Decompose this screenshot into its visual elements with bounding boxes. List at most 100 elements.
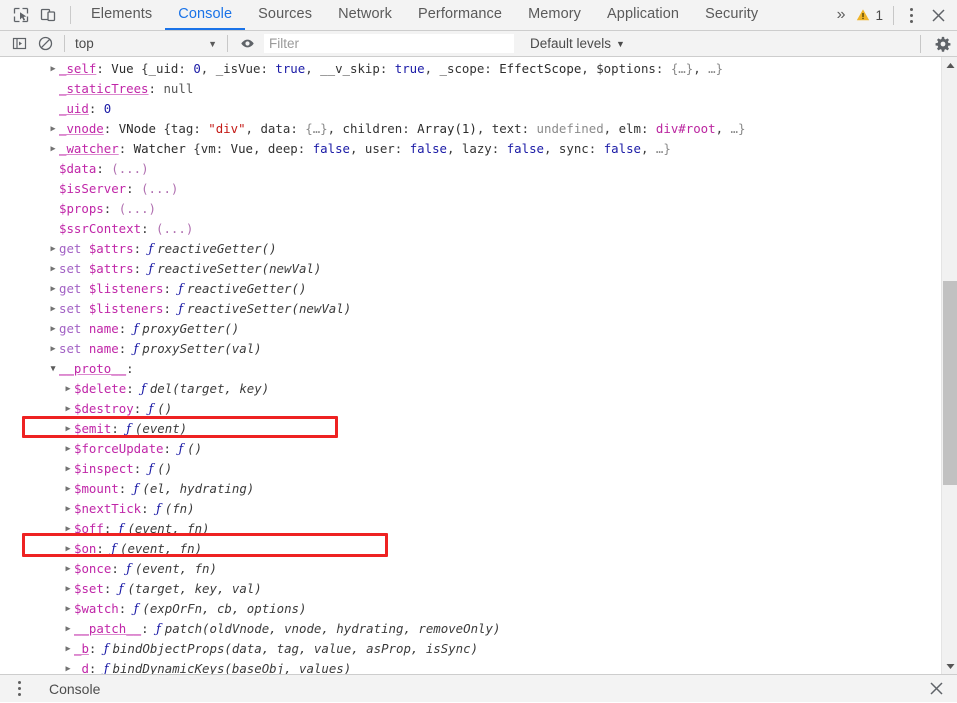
property-row[interactable]: _staticTrees: null: [0, 79, 930, 99]
property-row[interactable]: ▶ set name: ƒ proxySetter(val): [0, 339, 930, 359]
property-row[interactable]: ▼ __proto__:: [0, 359, 930, 379]
property-row[interactable]: $props: (...): [0, 199, 930, 219]
property-row[interactable]: ▶ get name: ƒ proxyGetter(): [0, 319, 930, 339]
property-row[interactable]: ▶ $off: ƒ (event, fn): [0, 519, 930, 539]
tab-elements[interactable]: Elements: [78, 0, 165, 30]
disclosure-triangle-closed-icon[interactable]: ▶: [62, 639, 74, 659]
property-row[interactable]: ▶ $forceUpdate: ƒ (): [0, 439, 930, 459]
tab-performance[interactable]: Performance: [405, 0, 515, 30]
disclosure-triangle-closed-icon[interactable]: ▶: [47, 339, 59, 359]
disclosure-triangle-closed-icon[interactable]: ▶: [47, 319, 59, 339]
property-row[interactable]: $isServer: (...): [0, 179, 930, 199]
token: $forceUpdate: [74, 441, 164, 456]
disclosure-triangle-closed-icon[interactable]: ▶: [62, 539, 74, 559]
property-row[interactable]: ▶ $once: ƒ (event, fn): [0, 559, 930, 579]
property-row[interactable]: $data: (...): [0, 159, 930, 179]
property-row[interactable]: ▶ $on: ƒ (event, fn): [0, 539, 930, 559]
devtools-drawer: Console: [0, 674, 957, 702]
disclosure-triangle-closed-icon[interactable]: ▶: [62, 379, 74, 399]
console-sidebar-toggle-icon[interactable]: [6, 31, 32, 57]
tab-security[interactable]: Security: [692, 0, 771, 30]
token: ƒ: [156, 501, 165, 516]
disclosure-triangle-closed-icon[interactable]: ▶: [62, 439, 74, 459]
tab-network[interactable]: Network: [325, 0, 405, 30]
disclosure-triangle-closed-icon[interactable]: ▶: [62, 619, 74, 639]
disclosure-triangle-closed-icon[interactable]: ▶: [47, 239, 59, 259]
token: $destroy: [74, 401, 134, 416]
property-row[interactable]: ▶ $mount: ƒ (el, hydrating): [0, 479, 930, 499]
property-row[interactable]: ▶ $delete: ƒ del(target, key): [0, 379, 930, 399]
disclosure-triangle-closed-icon[interactable]: ▶: [47, 299, 59, 319]
warning-badge[interactable]: 1: [854, 8, 889, 23]
disclosure-triangle-closed-icon[interactable]: ▶: [62, 599, 74, 619]
disclosure-triangle-closed-icon[interactable]: ▶: [62, 419, 74, 439]
close-icon[interactable]: [923, 8, 953, 23]
disclosure-triangle-closed-icon[interactable]: ▶: [62, 579, 74, 599]
more-options-icon[interactable]: [899, 7, 923, 23]
inspect-element-icon[interactable]: [7, 0, 34, 30]
drawer-more-options-icon[interactable]: [7, 681, 31, 696]
token: (target, key, val): [127, 581, 262, 596]
property-row[interactable]: ▶ $emit: ƒ (event): [0, 419, 930, 439]
property-row[interactable]: _uid: 0: [0, 99, 930, 119]
disclosure-triangle-closed-icon[interactable]: ▶: [62, 479, 74, 499]
property-row[interactable]: ▶ _d: ƒ bindDynamicKeys(baseObj, values): [0, 659, 930, 674]
disclosure-triangle-open-icon[interactable]: ▼: [47, 359, 59, 379]
device-toolbar-icon[interactable]: [34, 0, 61, 30]
console-scroll-area[interactable]: ▶ _self: Vue {_uid: 0, _isVue: true, __v_…: [0, 57, 930, 674]
property-row[interactable]: ▶ set $listeners: ƒ reactiveSetter(newVal…: [0, 299, 930, 319]
disclosure-triangle-closed-icon[interactable]: ▶: [47, 279, 59, 299]
filter-input[interactable]: [264, 34, 514, 53]
property-row[interactable]: $ssrContext: (...): [0, 219, 930, 239]
property-row[interactable]: ▶ $set: ƒ (target, key, val): [0, 579, 930, 599]
tab-memory[interactable]: Memory: [515, 0, 594, 30]
property-row[interactable]: ▶ _b: ƒ bindObjectProps(data, tag, value,…: [0, 639, 930, 659]
disclosure-triangle-closed-icon[interactable]: ▶: [47, 59, 59, 79]
disclosure-triangle-closed-icon[interactable]: ▶: [47, 259, 59, 279]
disclosure-triangle-closed-icon[interactable]: ▶: [62, 399, 74, 419]
property-row[interactable]: ▶ get $listeners: ƒ reactiveGetter(): [0, 279, 930, 299]
disclosure-triangle-closed-icon[interactable]: ▶: [47, 139, 59, 159]
tab-sources[interactable]: Sources: [245, 0, 325, 30]
scroll-down-button[interactable]: [942, 658, 957, 674]
token: true: [394, 61, 425, 76]
disclosure-triangle-closed-icon[interactable]: ▶: [62, 519, 74, 539]
log-levels-dropdown[interactable]: Default levels ▼: [530, 36, 625, 51]
property-row[interactable]: ▶ _self: Vue {_uid: 0, _isVue: true, __v_…: [0, 59, 930, 79]
property-row[interactable]: ▶ $nextTick: ƒ (fn): [0, 499, 930, 519]
console-vertical-scrollbar[interactable]: [941, 57, 957, 674]
token: :: [118, 141, 134, 156]
property-row[interactable]: ▶ __patch__: ƒ patch(oldVnode, vnode, hyd…: [0, 619, 930, 639]
drawer-tab-console[interactable]: Console: [49, 681, 100, 697]
property-row[interactable]: ▶ _vnode: VNode {tag: "div", data: {…}, c…: [0, 119, 930, 139]
disclosure-triangle-closed-icon[interactable]: ▶: [47, 119, 59, 139]
chevron-down-icon: ▼: [208, 38, 217, 49]
clear-console-icon[interactable]: [32, 31, 58, 57]
token: null: [163, 81, 194, 96]
scrollbar-thumb[interactable]: [943, 281, 957, 485]
property-row[interactable]: ▶ get $attrs: ƒ reactiveGetter(): [0, 239, 930, 259]
token: bindDynamicKeys(baseObj, values): [112, 661, 352, 674]
disclosure-triangle-closed-icon[interactable]: ▶: [62, 659, 74, 674]
disclosure-triangle-closed-icon[interactable]: ▶: [62, 499, 74, 519]
scroll-up-button[interactable]: [942, 57, 957, 73]
tab-application[interactable]: Application: [594, 0, 692, 30]
property-row[interactable]: ▶ $watch: ƒ (expOrFn, cb, options): [0, 599, 930, 619]
gear-icon[interactable]: [929, 36, 957, 52]
live-expression-icon[interactable]: [234, 31, 260, 57]
property-row[interactable]: ▶ $destroy: ƒ (): [0, 399, 930, 419]
property-row[interactable]: ▶ set $attrs: ƒ reactiveSetter(newVal): [0, 259, 930, 279]
execution-context-select[interactable]: top ▼: [71, 33, 221, 55]
disclosure-triangle-closed-icon[interactable]: ▶: [62, 559, 74, 579]
token: _watcher: [59, 141, 119, 156]
property-text: _watcher: Watcher {vm: Vue, deep: false,…: [59, 139, 671, 159]
more-tabs-icon[interactable]: »: [828, 7, 855, 23]
tab-console[interactable]: Console: [165, 0, 246, 30]
token: :: [103, 581, 119, 596]
drawer-close-icon[interactable]: [921, 681, 951, 696]
property-row[interactable]: ▶ _watcher: Watcher {vm: Vue, deep: false…: [0, 139, 930, 159]
disclosure-triangle-closed-icon[interactable]: ▶: [62, 459, 74, 479]
property-row[interactable]: ▶ $inspect: ƒ (): [0, 459, 930, 479]
